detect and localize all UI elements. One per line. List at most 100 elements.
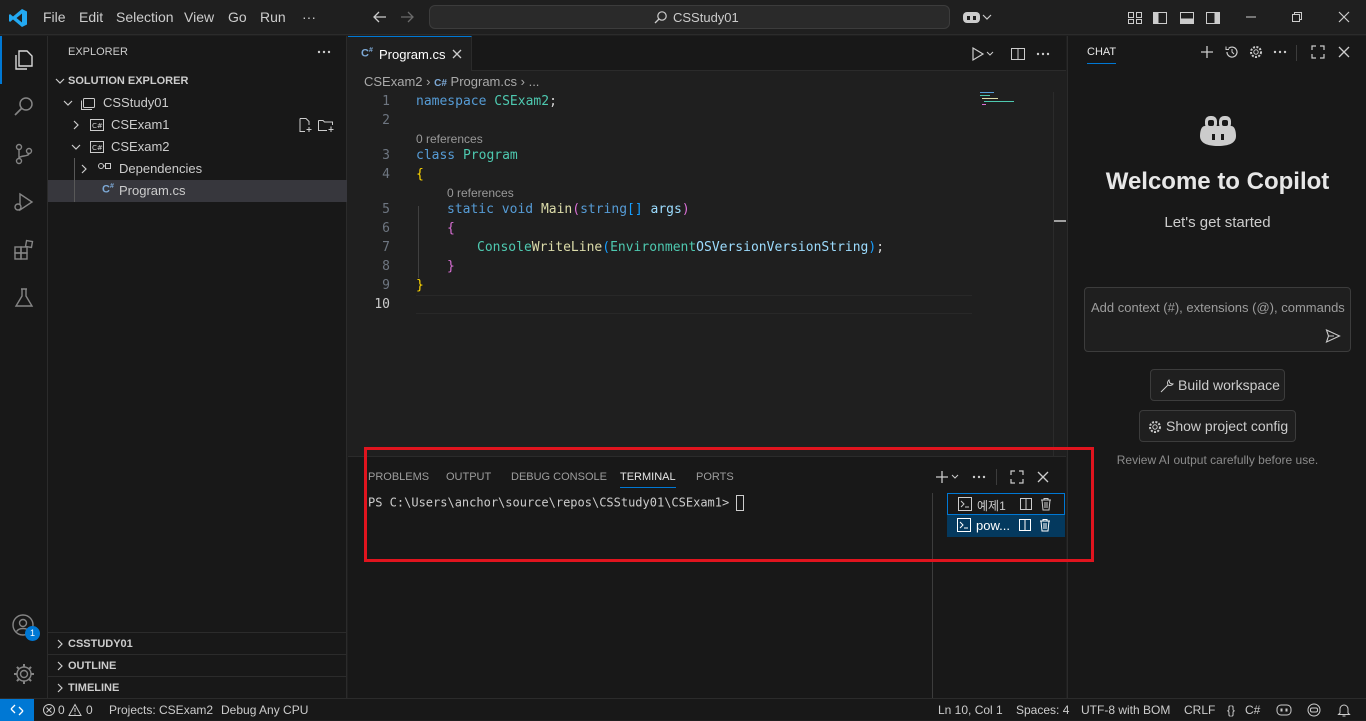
chat-input[interactable]: Add context (#), extensions (@), command… bbox=[1084, 287, 1351, 352]
search-icon bbox=[654, 10, 668, 24]
breadcrumb-item[interactable]: CSExam2 bbox=[364, 74, 423, 89]
status-projects[interactable]: Projects: CSExam2 bbox=[109, 703, 213, 717]
manage-gear-icon[interactable] bbox=[0, 650, 48, 698]
toggle-panel-icon[interactable] bbox=[1179, 10, 1195, 26]
section-csstudy01[interactable]: CSSTUDY01 bbox=[48, 632, 347, 654]
error-icon[interactable] bbox=[42, 703, 56, 717]
toggle-primary-sidebar-icon[interactable] bbox=[1152, 10, 1168, 26]
tree-item-csexam1[interactable]: C# CSExam1 bbox=[48, 114, 347, 136]
menu-edit[interactable]: Edit bbox=[79, 9, 103, 25]
line-number: 4 bbox=[382, 167, 390, 182]
tree-item-dependencies[interactable]: Dependencies bbox=[48, 158, 347, 202]
tree-item-program-cs[interactable]: C# Program.cs bbox=[48, 180, 347, 202]
status-braces[interactable]: {} bbox=[1227, 703, 1235, 717]
remote-indicator[interactable] bbox=[0, 699, 34, 721]
vscode-logo-icon[interactable] bbox=[8, 8, 28, 28]
new-file-icon[interactable] bbox=[297, 117, 313, 133]
extensions-icon[interactable] bbox=[0, 226, 48, 274]
search-view-icon[interactable] bbox=[0, 82, 48, 130]
notifications-bell-icon[interactable] bbox=[1336, 702, 1352, 718]
menu-file[interactable]: File bbox=[43, 9, 66, 25]
back-arrow-icon[interactable] bbox=[372, 9, 388, 25]
new-chat-plus-icon[interactable] bbox=[1199, 44, 1215, 60]
code-line[interactable]: { bbox=[416, 167, 424, 182]
settings-gear-icon[interactable] bbox=[1248, 44, 1264, 60]
build-workspace-button[interactable]: Build workspace bbox=[1150, 369, 1285, 401]
status-eol[interactable]: CRLF bbox=[1184, 703, 1215, 717]
editor-tab-program-cs[interactable]: C# Program.cs bbox=[348, 36, 472, 71]
copilot-chat-status-icon[interactable] bbox=[1306, 702, 1322, 718]
more-actions-icon[interactable] bbox=[1272, 44, 1288, 60]
editor-group: C# Program.cs CSExam2 › C# Program.cs › … bbox=[348, 36, 1066, 456]
chevron-right-icon bbox=[68, 117, 84, 133]
codelens-references[interactable]: 0 references bbox=[416, 132, 483, 146]
chevron-right-icon bbox=[76, 161, 92, 177]
code-line[interactable]: static void Main(string[] args) bbox=[447, 202, 690, 217]
code-line[interactable]: { bbox=[447, 221, 455, 236]
copilot-icon[interactable] bbox=[962, 9, 992, 25]
send-icon[interactable] bbox=[1325, 328, 1341, 344]
history-icon[interactable] bbox=[1224, 44, 1240, 60]
minimap[interactable] bbox=[978, 90, 1038, 110]
breadcrumb-item[interactable]: ... bbox=[529, 74, 540, 89]
command-center[interactable]: CSStudy01 bbox=[429, 5, 950, 29]
status-language[interactable]: C# bbox=[1245, 703, 1260, 717]
restore-icon[interactable] bbox=[1290, 10, 1304, 24]
status-encoding[interactable]: UTF-8 with BOM bbox=[1081, 703, 1170, 717]
menu-view[interactable]: View bbox=[184, 9, 214, 25]
breadcrumb-item[interactable]: Program.cs bbox=[451, 74, 517, 89]
editor-scrollbar[interactable] bbox=[1053, 92, 1066, 456]
customize-layout-icon[interactable] bbox=[1127, 10, 1143, 26]
status-indentation[interactable]: Spaces: 4 bbox=[1016, 703, 1069, 717]
testing-flask-icon[interactable] bbox=[0, 274, 48, 322]
line-number-current: 10 bbox=[374, 297, 390, 312]
source-control-icon[interactable] bbox=[0, 130, 48, 178]
tree-item-csexam2[interactable]: C# CSExam2 bbox=[48, 136, 347, 158]
section-timeline[interactable]: TIMELINE bbox=[48, 676, 347, 698]
chevron-down-icon bbox=[52, 73, 68, 89]
show-project-config-button[interactable]: Show project config bbox=[1139, 410, 1296, 442]
close-window-icon[interactable] bbox=[1337, 10, 1351, 24]
new-folder-icon[interactable] bbox=[317, 117, 335, 133]
minimize-icon[interactable] bbox=[1244, 10, 1258, 24]
chevron-right-icon bbox=[52, 658, 68, 674]
chat-disclaimer: Review AI output carefully before use. bbox=[1116, 453, 1319, 467]
annotation-highlight-box bbox=[364, 447, 1094, 562]
close-tab-icon[interactable] bbox=[450, 47, 464, 61]
csharp-project-icon: C# bbox=[89, 118, 105, 132]
split-editor-icon[interactable] bbox=[1010, 46, 1026, 62]
accounts-icon[interactable] bbox=[0, 602, 48, 650]
warning-icon[interactable] bbox=[68, 703, 82, 717]
more-actions-icon[interactable] bbox=[1035, 46, 1051, 62]
copilot-status-icon[interactable] bbox=[1276, 702, 1292, 718]
solution-explorer-header[interactable]: SOLUTION EXPLORER bbox=[48, 70, 347, 92]
run-debug-icon[interactable] bbox=[0, 178, 48, 226]
status-debug-config[interactable]: Debug Any CPU bbox=[221, 703, 308, 717]
tree-item-solution[interactable]: CSStudy01 bbox=[48, 92, 347, 114]
code-line[interactable]: namespace CSExam2; bbox=[416, 94, 557, 109]
csharp-file-icon: C# bbox=[102, 183, 114, 196]
menu-go[interactable]: Go bbox=[228, 9, 247, 25]
toggle-secondary-sidebar-icon[interactable] bbox=[1205, 10, 1221, 26]
chat-title[interactable]: CHAT bbox=[1087, 46, 1117, 64]
code-line[interactable]: class Program bbox=[416, 148, 518, 163]
maximize-icon[interactable] bbox=[1310, 44, 1326, 60]
explorer-icon[interactable] bbox=[0, 36, 48, 84]
menu-selection[interactable]: Selection bbox=[116, 9, 174, 25]
forward-arrow-icon[interactable] bbox=[399, 9, 415, 25]
codelens-references[interactable]: 0 references bbox=[447, 186, 514, 200]
section-outline[interactable]: OUTLINE bbox=[48, 654, 347, 676]
csharp-file-icon: C# bbox=[361, 47, 373, 60]
error-count[interactable]: 0 bbox=[58, 703, 65, 717]
menu-more[interactable]: ··· bbox=[302, 9, 316, 25]
status-cursor-position[interactable]: Ln 10, Col 1 bbox=[938, 703, 1003, 717]
more-actions-icon[interactable] bbox=[316, 44, 332, 60]
code-line[interactable]: } bbox=[416, 278, 424, 293]
code-line[interactable]: } bbox=[447, 259, 455, 274]
line-number: 3 bbox=[382, 148, 390, 163]
run-file-icon[interactable] bbox=[970, 46, 996, 62]
warning-count[interactable]: 0 bbox=[86, 703, 93, 717]
code-line[interactable]: ConsoleWriteLine(EnvironmentOSVersionVer… bbox=[477, 240, 884, 255]
menu-run[interactable]: Run bbox=[260, 9, 286, 25]
close-icon[interactable] bbox=[1336, 44, 1352, 60]
